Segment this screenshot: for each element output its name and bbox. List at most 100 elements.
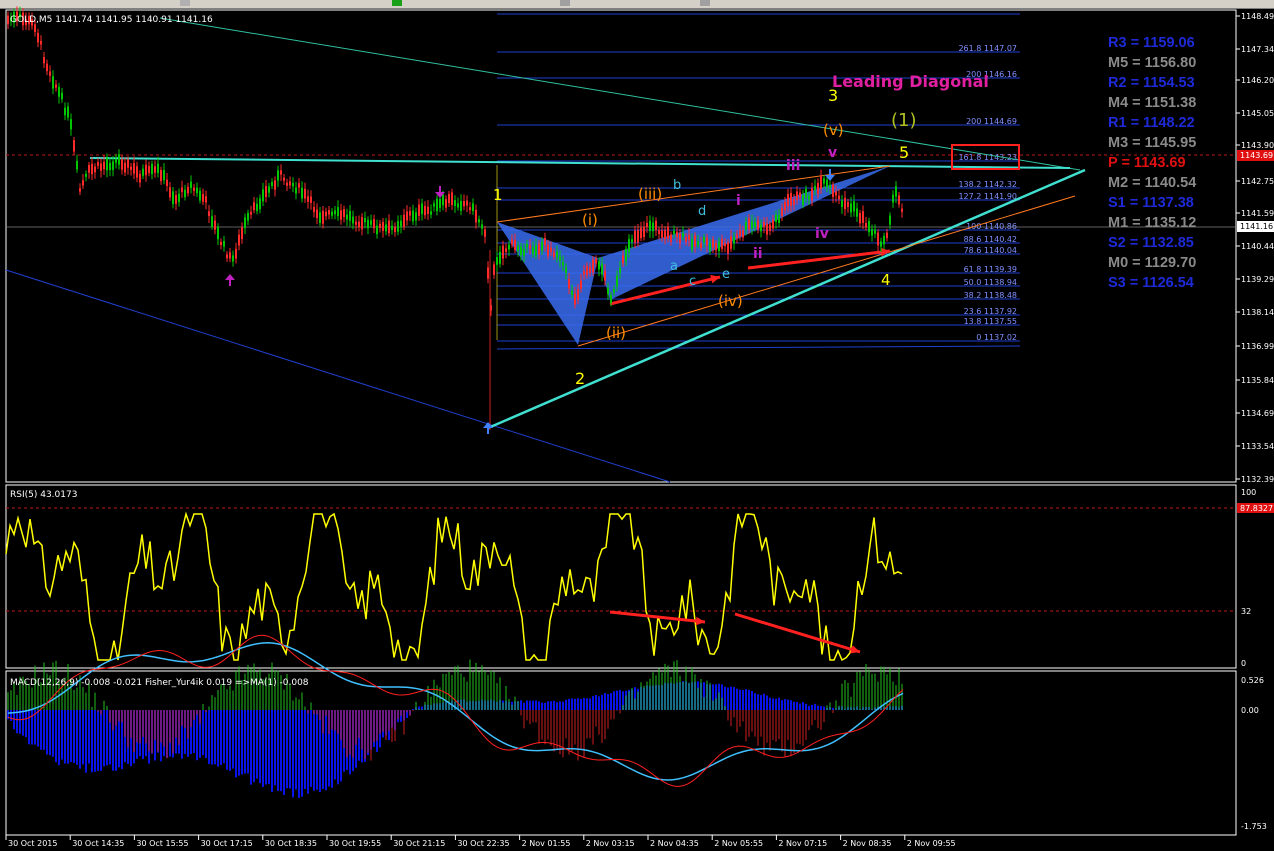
candle-body	[160, 170, 162, 182]
candle-body	[853, 201, 855, 212]
candle-body	[685, 237, 687, 242]
candle-body	[481, 224, 483, 229]
candle-body	[61, 92, 63, 100]
candle-body	[304, 188, 306, 199]
candle-body	[751, 221, 753, 229]
candle-body	[709, 242, 711, 251]
candle-body	[307, 196, 309, 202]
candle-body	[703, 237, 705, 243]
candle-body	[628, 239, 630, 252]
candle-body	[181, 187, 183, 192]
price-tick-label: 1148.49	[1241, 12, 1274, 21]
candle-body	[469, 207, 471, 211]
candle-body	[895, 186, 897, 197]
candle-body	[718, 241, 720, 252]
candle-body	[790, 192, 792, 206]
candle-body	[253, 202, 255, 211]
candle-body	[646, 222, 648, 228]
candle-body	[184, 189, 186, 198]
price-pane[interactable]	[5, 9, 1237, 483]
candle-body	[289, 181, 291, 186]
candle-body	[817, 183, 819, 194]
macd-tick-label: 0.00	[1241, 706, 1259, 715]
candle-body	[268, 186, 270, 193]
candle-body	[691, 239, 693, 250]
pivot-level-12: S3 = 1126.54	[1108, 275, 1194, 291]
candle-body	[679, 233, 681, 244]
wave-iv-paren-label: (iv)	[718, 292, 743, 310]
candle-body	[406, 211, 408, 221]
candle-body	[223, 241, 225, 247]
candle-body	[667, 226, 669, 239]
candle-body	[277, 170, 279, 181]
candle-body	[388, 220, 390, 234]
candle-body	[112, 161, 114, 170]
candle-body	[349, 211, 351, 221]
wave-iv-label: iv	[815, 226, 829, 242]
candle-body	[379, 223, 381, 228]
candle-body	[433, 203, 435, 207]
candle-body	[517, 245, 519, 251]
candle-body	[382, 221, 384, 231]
wave-d-label: d	[698, 204, 706, 219]
price-tick-label: 1141.59	[1241, 209, 1274, 218]
candle-body	[883, 235, 885, 245]
time-tick-label: 2 Nov 05:55	[714, 839, 763, 848]
candle-body	[163, 169, 165, 181]
candle-body	[130, 166, 132, 171]
wave-ii-label: ii	[753, 246, 763, 262]
price-tick-label: 1146.20	[1241, 76, 1274, 85]
candle-body	[73, 140, 75, 152]
fib-level-label: 0 1137.02	[976, 333, 1017, 342]
candle-body	[712, 239, 714, 248]
rsi-tick-label: 100	[1241, 488, 1256, 497]
candle-body	[178, 193, 180, 203]
candle-body	[424, 206, 426, 216]
candle-body	[559, 256, 561, 261]
candle-body	[232, 255, 234, 262]
candle-body	[592, 259, 594, 273]
candle-body	[814, 185, 816, 191]
rsi-pane[interactable]	[5, 484, 1237, 669]
candle-body	[298, 183, 300, 188]
fib-level-label: 200 1144.69	[966, 117, 1017, 126]
candle-body	[523, 248, 525, 257]
candle-body	[733, 237, 735, 244]
wave-4-label: 4	[881, 271, 891, 289]
chart-window[interactable]: 261.8 1147.07200 1146.16200 1144.69161.8…	[0, 0, 1274, 851]
candle-body	[202, 194, 204, 202]
candle-body	[250, 211, 252, 215]
time-tick-label: 2 Nov 04:35	[650, 839, 699, 848]
candle-body	[109, 162, 111, 170]
pivot-level-7: M2 = 1140.54	[1108, 175, 1196, 191]
price-tick-label: 1147.34	[1241, 45, 1274, 54]
candle-body	[7, 15, 9, 25]
candle-body	[313, 207, 315, 213]
candle-body	[532, 247, 534, 254]
price-tick-label: 1133.54	[1241, 442, 1274, 451]
candle-body	[772, 219, 774, 229]
candle-body	[391, 225, 393, 230]
candle-body	[229, 252, 231, 259]
candle-body	[598, 261, 600, 270]
candle-body	[511, 239, 513, 245]
time-axis: 30 Oct 2015 30 Oct 14:35 30 Oct 15:55 30 Oc…	[5, 835, 956, 848]
pivot-level-3: M4 = 1151.38	[1108, 95, 1196, 111]
fib-level-label: 13.8 1137.55	[964, 317, 1017, 326]
price-tick-label: 1136.99	[1241, 342, 1274, 351]
candle-body	[760, 224, 762, 232]
candle-body	[355, 221, 357, 225]
rsi-level-tag-label: 87.8327	[1240, 504, 1273, 513]
candle-body	[754, 222, 756, 227]
candle-body	[412, 210, 414, 222]
fib-level-label: 261.8 1147.07	[958, 44, 1017, 53]
wave-b-label: b	[673, 178, 681, 193]
candle-body	[385, 224, 387, 232]
candle-body	[214, 220, 216, 230]
candle-body	[487, 267, 489, 279]
candle-body	[862, 211, 864, 223]
candle-body	[541, 242, 543, 251]
candle-body	[535, 245, 537, 256]
candle-body	[781, 208, 783, 216]
candle-body	[154, 166, 156, 173]
